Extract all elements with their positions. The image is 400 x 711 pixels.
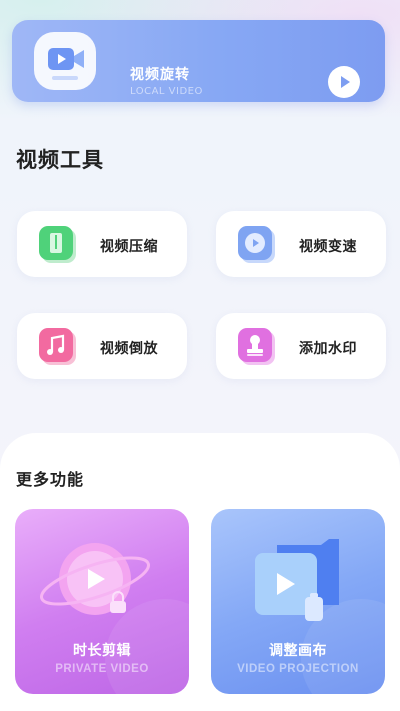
tool-label: 视频压缩 bbox=[100, 239, 158, 255]
more-section-title: 更多功能 bbox=[16, 470, 85, 489]
card-subtitle: VIDEO PROJECTION bbox=[237, 663, 359, 675]
card-adjust-canvas[interactable]: 调整画布 VIDEO PROJECTION bbox=[211, 509, 385, 694]
banner-title: 视频旋转 bbox=[130, 67, 190, 83]
video-camera-icon bbox=[34, 32, 96, 90]
tool-video-compress[interactable]: 视频压缩 bbox=[17, 211, 187, 277]
tool-add-watermark[interactable]: 添加水印 bbox=[216, 313, 386, 379]
banner-subtitle: LOCAL VIDEO bbox=[130, 86, 203, 97]
tools-section-title: 视频工具 bbox=[16, 148, 104, 172]
card-title: 调整画布 bbox=[269, 643, 327, 659]
music-note-icon bbox=[39, 328, 81, 366]
card-subtitle: PRIVATE VIDEO bbox=[55, 663, 149, 675]
tool-video-speed[interactable]: 视频变速 bbox=[216, 211, 386, 277]
card-duration-clip[interactable]: 时长剪辑 PRIVATE VIDEO bbox=[15, 509, 189, 694]
tool-label: 视频倒放 bbox=[100, 341, 158, 357]
card-title: 时长剪辑 bbox=[73, 643, 131, 659]
video-rotate-banner[interactable]: 视频旋转 LOCAL VIDEO bbox=[12, 20, 385, 102]
tool-video-reverse[interactable]: 视频倒放 bbox=[17, 313, 187, 379]
stamp-icon bbox=[238, 328, 280, 366]
play-icon[interactable] bbox=[328, 66, 360, 98]
compress-file-icon bbox=[39, 226, 81, 264]
tool-label: 视频变速 bbox=[299, 239, 357, 255]
disc-speed-icon bbox=[238, 226, 280, 264]
tool-label: 添加水印 bbox=[299, 341, 357, 357]
